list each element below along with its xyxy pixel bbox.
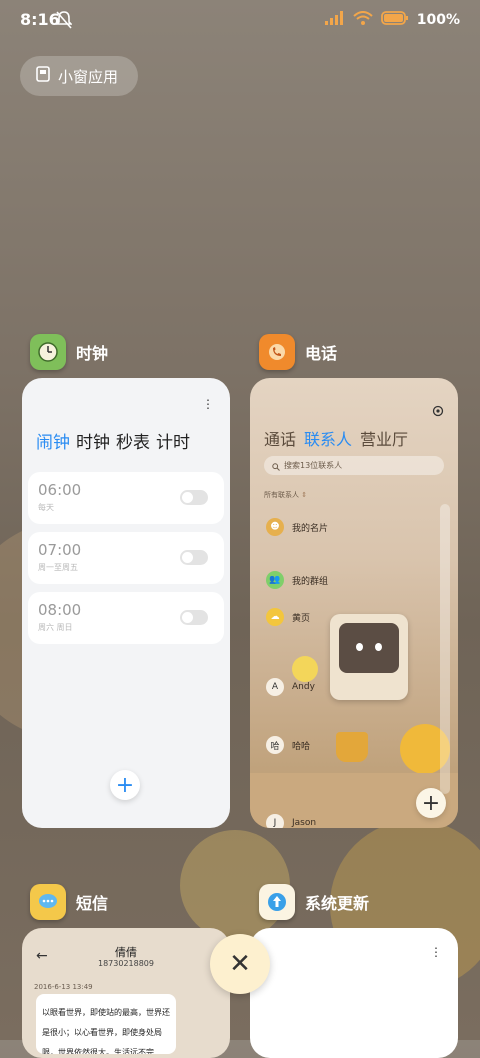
yellow-pages-icon: ☁	[266, 608, 284, 626]
system-update-header[interactable]: 系统更新	[259, 884, 369, 920]
tab-calls[interactable]: 通话	[264, 426, 296, 450]
status-bar: 8:16 100%	[0, 0, 480, 40]
alarm-toggle[interactable]	[180, 550, 208, 565]
my-card-avatar-icon: ☻	[266, 518, 284, 536]
sms-app-name: 短信	[76, 894, 109, 913]
wifi-icon	[353, 11, 373, 29]
all-contacts-filter[interactable]: 所有联系人 ⇕	[264, 490, 307, 500]
alarm-repeat: 每天	[38, 503, 54, 512]
battery-percent: 100%	[416, 12, 460, 28]
close-icon: ✕	[229, 949, 251, 979]
sms-contact-number: 18730218809	[98, 959, 154, 968]
contact-row[interactable]: J Jason	[266, 814, 316, 828]
phone-app-card[interactable]: 通话 联系人 营业厅 搜索13位联系人 所有联系人 ⇕ ☻ 我的名片 👥 我的群…	[250, 378, 458, 828]
tab-stopwatch[interactable]: 秒表	[116, 428, 150, 453]
tab-alarm[interactable]: 闹钟	[36, 428, 70, 453]
system-update-name: 系统更新	[305, 894, 370, 913]
contact-name: Andy	[292, 682, 315, 692]
contact-name: 哈哈	[292, 741, 311, 752]
floating-window-icon	[36, 66, 50, 86]
more-options-icon[interactable]: ⋮	[202, 398, 214, 410]
plus-icon: +	[421, 790, 441, 816]
system-update-icon	[259, 884, 295, 920]
contact-row-yellow-pages[interactable]: ☁ 黄页	[266, 608, 310, 626]
status-indicators: 100%	[324, 11, 460, 29]
alarm-repeat: 周一至周五	[38, 563, 78, 572]
alarm-item[interactable]: 08:00 周六 周日	[28, 592, 224, 644]
add-alarm-button[interactable]: +	[110, 770, 140, 800]
contact-avatar: 哈	[266, 736, 284, 754]
clock-app-header[interactable]: 时钟	[30, 334, 108, 370]
tab-timer[interactable]: 计时	[156, 428, 190, 453]
phone-app-name: 电话	[305, 344, 338, 363]
more-options-icon[interactable]: ⋮	[430, 946, 442, 958]
illustration-monitor	[330, 614, 408, 700]
add-contact-button[interactable]: +	[416, 788, 446, 818]
clock-tabs: 闹钟 时钟 秒表 计时	[36, 428, 190, 453]
settings-icon[interactable]	[432, 402, 444, 421]
phone-app-icon	[259, 334, 295, 370]
group-icon: 👥	[266, 571, 284, 589]
phone-app-header[interactable]: 电话	[259, 334, 337, 370]
alarm-toggle[interactable]	[180, 490, 208, 505]
phone-tabs: 通话 联系人 营业厅	[264, 426, 408, 450]
alarm-item[interactable]: 07:00 周一至周五	[28, 532, 224, 584]
all-contacts-label: 所有联系人	[264, 491, 299, 499]
floating-window-apps-button[interactable]: 小窗应用	[20, 56, 138, 96]
sms-message-text: 以眼看世界，即使站的最高，世界还是很小；以心看世界，即使身处局限，世界依然很大。…	[42, 1008, 170, 1054]
sms-app-icon	[30, 884, 66, 920]
alarm-time: 06:00	[38, 481, 82, 499]
contact-avatar: J	[266, 814, 284, 828]
alarm-toggle[interactable]	[180, 610, 208, 625]
contact-row[interactable]: 哈 哈哈	[266, 736, 310, 754]
tab-contacts[interactable]: 联系人	[304, 426, 352, 450]
illustration-mug	[336, 732, 368, 762]
plus-icon: +	[115, 772, 135, 798]
contact-row-my-card[interactable]: ☻ 我的名片	[266, 518, 328, 536]
contact-row[interactable]: A Andy	[266, 678, 315, 696]
status-time: 8:16	[20, 10, 60, 29]
battery-icon	[380, 11, 409, 29]
alphabet-index-scrollbar[interactable]	[440, 504, 450, 794]
alarm-time: 08:00	[38, 601, 82, 619]
contact-avatar: A	[266, 678, 284, 696]
contact-row-groups[interactable]: 👥 我的群组	[266, 571, 328, 589]
sms-timestamp: 2016-6-13 13:49	[34, 983, 93, 991]
contact-search-input[interactable]: 搜索13位联系人	[264, 456, 444, 475]
clock-app-icon	[30, 334, 66, 370]
alarm-time: 07:00	[38, 541, 82, 559]
close-all-button[interactable]: ✕	[210, 934, 270, 994]
signal-icon	[324, 11, 345, 29]
alarm-repeat: 周六 周日	[38, 623, 73, 632]
tab-clock[interactable]: 时钟	[76, 428, 110, 453]
sms-app-card[interactable]: ← 倩倩 18730218809 2016-6-13 13:49 以眼看世界，即…	[22, 928, 230, 1058]
contact-name: 我的名片	[292, 523, 329, 534]
system-update-card[interactable]: ⋮	[250, 928, 458, 1058]
sms-app-header[interactable]: 短信	[30, 884, 108, 920]
search-placeholder: 搜索13位联系人	[284, 461, 343, 470]
contact-name: 黄页	[292, 613, 311, 624]
contact-name: Jason	[292, 818, 317, 828]
chevron-down-icon: ⇕	[301, 491, 308, 499]
clock-app-name: 时钟	[76, 344, 109, 363]
mute-notification-icon	[55, 11, 73, 33]
search-icon	[272, 456, 280, 475]
alarm-item[interactable]: 06:00 每天	[28, 472, 224, 524]
floating-window-label: 小窗应用	[58, 67, 119, 86]
sms-message-bubble: 以眼看世界，即使站的最高，世界还是很小；以心看世界，即使身处局限，世界依然很大。…	[36, 994, 176, 1054]
contact-name: 我的群组	[292, 576, 329, 587]
clock-app-card[interactable]: ⋮ 闹钟 时钟 秒表 计时 06:00 每天 07:00 周一至周五 08:00…	[22, 378, 230, 828]
sms-contact-name: 倩倩	[115, 946, 137, 959]
tab-business-hall[interactable]: 营业厅	[360, 426, 408, 450]
